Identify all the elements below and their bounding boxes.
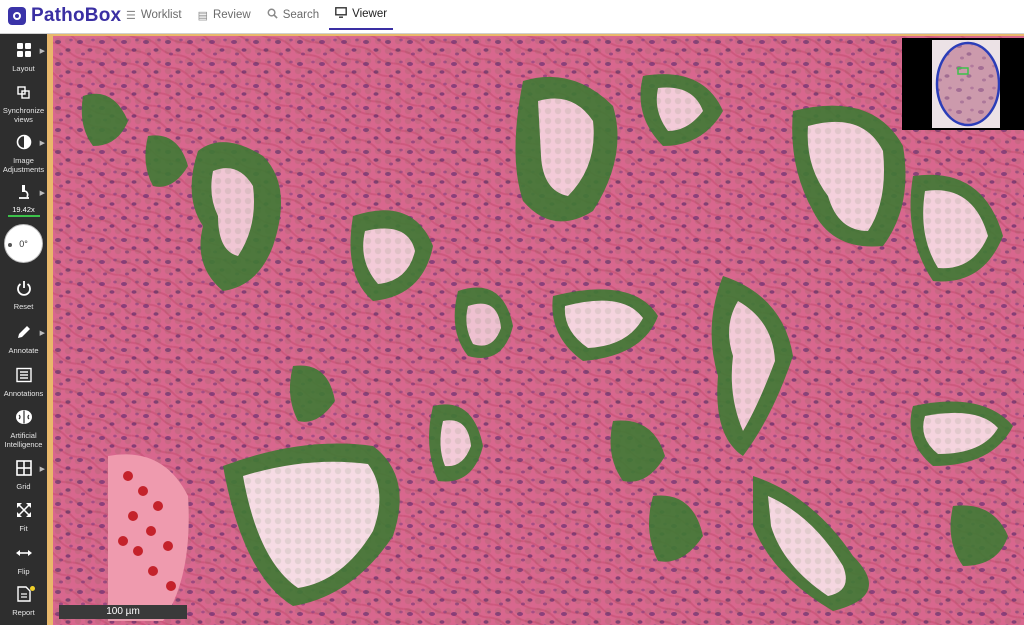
tool-sidebar: ▶ Layout Synchronize views ▶ Image Adjus… <box>0 34 47 625</box>
brand-logo-icon <box>8 7 26 25</box>
sync-icon <box>0 84 47 104</box>
zoom-indicator-bar <box>7 215 40 217</box>
tissue-image[interactable] <box>53 36 1024 625</box>
fit-button[interactable]: Fit <box>0 502 47 533</box>
report-label: Report <box>12 608 35 617</box>
brand[interactable]: PathoBox <box>8 4 121 28</box>
minimap-thumbnail[interactable] <box>932 40 1000 128</box>
rotation-value: 0° <box>19 238 28 249</box>
list-icon: ☰ <box>126 9 136 22</box>
artificial-intelligence-button[interactable]: Artificial Intelligence <box>0 409 47 449</box>
rotation-dial[interactable]: 0° <box>4 224 43 263</box>
tab-viewer[interactable]: Viewer <box>329 0 394 30</box>
image-adjustments-label: Image Adjustments <box>2 156 45 174</box>
list-icon <box>0 367 47 387</box>
report-notification-dot <box>30 586 35 591</box>
chevron-right-icon: ▶ <box>39 48 45 55</box>
layout-label: Layout <box>12 64 35 73</box>
top-navigation-bar: PathoBox ☰ Worklist ▤ Review Search View… <box>0 0 1024 34</box>
search-icon <box>267 8 278 22</box>
brain-icon <box>0 409 47 429</box>
main-navigation: ☰ Worklist ▤ Review Search Viewer <box>118 0 395 34</box>
reset-label: Reset <box>13 302 34 311</box>
chevron-right-icon: ▶ <box>39 190 45 197</box>
tab-worklist[interactable]: ☰ Worklist <box>120 0 188 30</box>
layout-button[interactable]: ▶ Layout <box>0 42 47 73</box>
flip-button[interactable]: Flip <box>0 545 47 576</box>
annotations-label: Annotations <box>3 389 44 398</box>
tab-review[interactable]: ▤ Review <box>192 0 257 30</box>
tab-search[interactable]: Search <box>261 0 325 30</box>
synchronize-views-button[interactable]: Synchronize views <box>0 84 47 124</box>
rotation-handle[interactable] <box>8 243 12 247</box>
scale-bar: 100 µm <box>59 605 187 619</box>
power-icon <box>0 280 47 300</box>
brand-name: PathoBox <box>31 5 122 26</box>
report-button[interactable]: Report <box>0 586 47 617</box>
chevron-right-icon: ▶ <box>39 466 45 473</box>
tab-review-label: Review <box>212 9 251 21</box>
slide-viewer[interactable]: 100 µm <box>47 34 1024 625</box>
flip-label: Flip <box>17 567 30 576</box>
synchronize-views-label: Synchronize views <box>2 106 45 124</box>
grid-label: Grid <box>16 482 31 491</box>
grid-button[interactable]: ▶ Grid <box>0 460 47 491</box>
fit-label: Fit <box>19 524 28 533</box>
flip-arrows-icon <box>0 545 47 565</box>
annotate-label: Annotate <box>8 346 39 355</box>
annotate-button[interactable]: ▶ Annotate <box>0 324 47 355</box>
tab-worklist-label: Worklist <box>140 9 182 21</box>
chevron-right-icon: ▶ <box>39 330 45 337</box>
image-adjustments-button[interactable]: ▶ Image Adjustments <box>0 134 47 174</box>
artificial-intelligence-label: Artificial Intelligence <box>4 431 43 449</box>
report-document-icon <box>0 586 47 606</box>
document-icon: ▤ <box>197 9 208 22</box>
slide-minimap[interactable] <box>902 38 1024 130</box>
magnification-button[interactable]: ▶ 19.42x <box>0 184 47 217</box>
tab-viewer-label: Viewer <box>352 8 388 20</box>
fit-arrows-icon <box>0 502 47 522</box>
reset-button[interactable]: Reset <box>0 280 47 311</box>
zoom-level: 19.42x <box>12 205 35 214</box>
tab-search-label: Search <box>282 9 320 21</box>
annotations-button[interactable]: Annotations <box>0 367 47 398</box>
monitor-icon <box>335 7 348 21</box>
chevron-right-icon: ▶ <box>39 140 45 147</box>
